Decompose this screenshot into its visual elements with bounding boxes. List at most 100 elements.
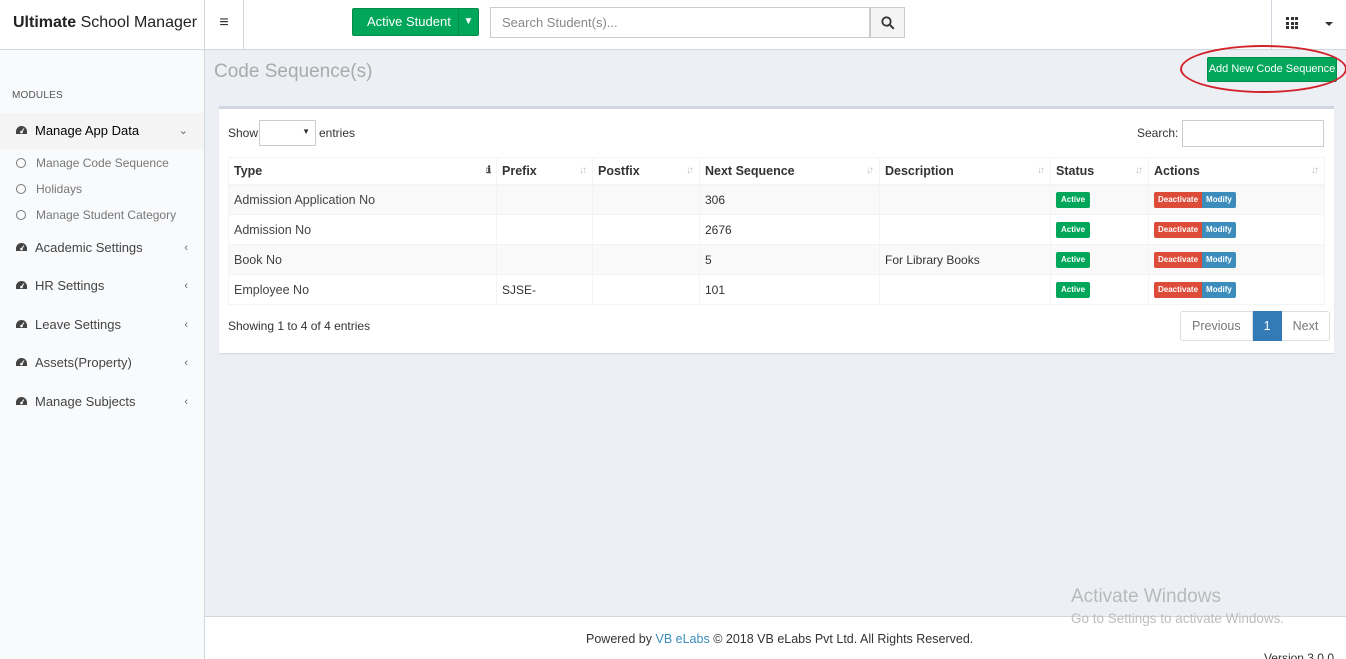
cell-actions: Deactivate Modify [1148, 214, 1325, 245]
sidebar-item-label: Manage App Data [35, 123, 140, 138]
app-logo[interactable]: Ultimate School Manager [0, 0, 205, 50]
student-search-input[interactable] [490, 7, 870, 38]
dashboard-icon [16, 320, 27, 328]
cell-postfix [592, 214, 700, 245]
top-navbar: Ultimate School Manager ≡ Active Student… [0, 0, 1346, 50]
cell-actions: Deactivate Modify [1148, 274, 1325, 305]
cell-next-sequence: 5 [699, 244, 880, 275]
sidebar-item-assets-property[interactable]: Assets(Property) ‹ [0, 345, 204, 381]
column-header-description[interactable]: Description ↓↑ [879, 157, 1051, 186]
sort-icon: ↓↑ [866, 165, 874, 176]
cell-description [879, 214, 1051, 245]
search-button[interactable] [870, 7, 905, 38]
sidebar-toggle-button[interactable]: ≡ [205, 0, 244, 50]
sort-icon: ↓↑ [1311, 165, 1319, 176]
modify-button[interactable]: Modify [1202, 252, 1236, 268]
sidebar-subitem-holidays[interactable]: Holidays [0, 176, 204, 202]
code-sequence-table: Type ↓ℹ Prefix ↓↑ Postfix ↓↑ Next Sequence ↓… [228, 157, 1325, 305]
cell-type: Admission Application No [228, 184, 497, 215]
dashboard-icon [16, 358, 27, 366]
copyright-text: © 2018 VB eLabs Pvt Ltd. All Rights Rese… [713, 632, 974, 646]
deactivate-button[interactable]: Deactivate [1154, 252, 1203, 268]
logo-rest: School Manager [76, 14, 198, 31]
column-header-postfix[interactable]: Postfix ↓↑ [592, 157, 700, 186]
user-menu-dropdown[interactable] [1311, 0, 1346, 50]
table-search-input[interactable] [1182, 120, 1324, 147]
table-row: Admission Application No 306 Active Deac… [228, 184, 1325, 215]
sort-asc-icon: ↓ℹ [484, 165, 491, 176]
status-badge: Active [1056, 282, 1091, 298]
cell-type: Book No [228, 244, 497, 275]
active-student-button[interactable]: Active Student ▼ [352, 8, 479, 36]
cell-postfix [592, 184, 700, 215]
dashboard-icon [16, 281, 27, 289]
modify-button[interactable]: Modify [1202, 282, 1236, 298]
sidebar-item-label: Manage Subjects [35, 394, 136, 409]
sidebar-item-label: Assets(Property) [35, 355, 132, 370]
status-badge: Active [1056, 192, 1091, 209]
cell-next-sequence: 2676 [699, 214, 880, 245]
table-row: Book No 5 For Library Books Active Deact… [228, 244, 1325, 275]
modify-button[interactable]: Modify [1202, 222, 1236, 238]
footer-link[interactable]: VB eLabs [656, 632, 710, 646]
column-header-prefix[interactable]: Prefix ↓↑ [496, 157, 593, 186]
status-badge: Active [1056, 252, 1091, 268]
sidebar-item-leave-settings[interactable]: Leave Settings ‹ [0, 307, 204, 343]
cell-status: Active [1050, 184, 1149, 215]
sidebar-item-label: Academic Settings [35, 240, 143, 255]
search-icon [881, 16, 895, 30]
code-sequence-box: Show entries Search: Type↓ℹ Prefix↓↑ Pos… [219, 106, 1334, 353]
sidebar-item-manage-subjects[interactable]: Manage Subjects ‹ [0, 384, 204, 420]
windows-watermark-title: Activate Windows [1071, 586, 1221, 607]
grid-icon [1286, 17, 1298, 29]
sort-icon: ↓↑ [1037, 165, 1045, 176]
pagination-previous[interactable]: Previous [1180, 311, 1253, 341]
dashboard-icon [16, 243, 27, 251]
table-row: Employee No SJSE- 101 Active Deactivate M… [228, 274, 1325, 305]
sidebar: MODULES Manage App Data ⌄ Manage Code Se… [0, 50, 205, 659]
cell-description [879, 184, 1051, 215]
cell-type: Employee No [228, 274, 497, 305]
table-row: Admission No 2676 Active Deactivate Modif… [228, 214, 1325, 245]
sidebar-subitem-manage-code-sequence[interactable]: Manage Code Sequence [0, 150, 204, 176]
cell-next-sequence: 101 [699, 274, 880, 305]
cell-description: For Library Books [879, 244, 1051, 275]
sidebar-item-label: Leave Settings [35, 317, 122, 332]
column-header-type[interactable]: Type ↓ℹ [228, 157, 497, 186]
add-new-code-sequence-button[interactable]: Add New Code Sequence [1207, 57, 1337, 82]
column-header-next-sequence[interactable]: Next Sequence ↓↑ [699, 157, 880, 186]
sidebar-subitem-label: Manage Code Sequence [36, 156, 169, 170]
cell-prefix [496, 214, 593, 245]
table-search-label: Search: [1137, 126, 1179, 140]
chevron-left-icon: ‹ [184, 396, 188, 408]
caret-down-icon[interactable]: ▼ [458, 9, 478, 35]
deactivate-button[interactable]: Deactivate [1154, 282, 1203, 298]
apps-grid-button[interactable] [1271, 0, 1311, 50]
showing-entries-info: Showing 1 to 4 of 4 entries [228, 319, 371, 333]
sort-icon: ↓↑ [686, 165, 694, 176]
column-header-status[interactable]: Status ↓↑ [1050, 157, 1149, 186]
sidebar-subitem-manage-student-category[interactable]: Manage Student Category [0, 202, 204, 228]
modify-button[interactable]: Modify [1202, 192, 1236, 209]
pagination-next[interactable]: Next [1281, 311, 1331, 341]
sidebar-item-manage-app-data[interactable]: Manage App Data ⌄ [0, 113, 204, 149]
entries-per-page-select[interactable] [259, 120, 316, 146]
cell-actions: Deactivate Modify [1148, 184, 1325, 215]
sidebar-item-hr-settings[interactable]: HR Settings ‹ [0, 268, 204, 304]
modules-header: MODULES [12, 90, 63, 101]
pagination-page-1[interactable]: 1 [1252, 311, 1282, 341]
logo-bold: Ultimate [13, 14, 77, 31]
cell-postfix [592, 244, 700, 275]
sidebar-item-academic-settings[interactable]: Academic Settings ‹ [0, 230, 204, 266]
cell-prefix [496, 244, 593, 275]
circle-icon [16, 210, 26, 220]
chevron-down-icon: ⌄ [178, 125, 188, 137]
column-header-actions[interactable]: Actions ↓↑ [1148, 157, 1325, 186]
cell-type: Admission No [228, 214, 497, 245]
cell-status: Active [1050, 274, 1149, 305]
circle-icon [16, 158, 26, 168]
status-badge: Active [1056, 222, 1091, 238]
deactivate-button[interactable]: Deactivate [1154, 222, 1203, 238]
sidebar-subitem-label: Manage Student Category [36, 208, 177, 222]
deactivate-button[interactable]: Deactivate [1154, 192, 1203, 209]
